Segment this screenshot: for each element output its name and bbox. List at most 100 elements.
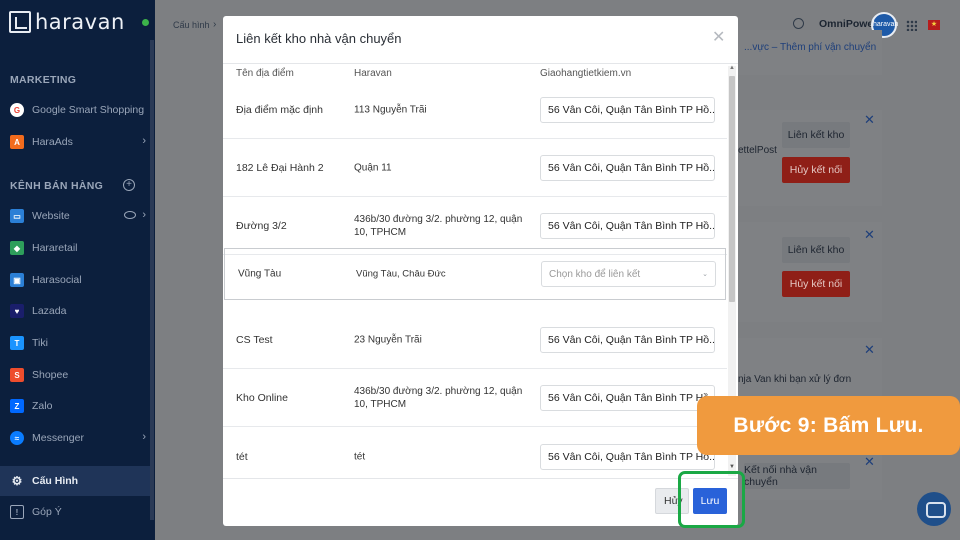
- table-row: CS Test 23 Nguyễn Trãi 56 Vân Côi, Quận …: [223, 312, 727, 369]
- sidebar-item-label: Zalo: [32, 400, 53, 412]
- sidebar-item-feedback[interactable]: ! Góp Ý: [10, 501, 148, 523]
- warehouse-select-value: 56 Vân Côi, Quận Tân Bình TP Hồ...: [548, 450, 715, 463]
- location-name: Vũng Tàu: [238, 268, 282, 280]
- carrier-name-text: ettelPost: [738, 145, 777, 156]
- location-name: CS Test: [236, 334, 273, 346]
- sidebar-item-harasocial[interactable]: ▣ Harasocial: [10, 269, 148, 291]
- warehouse-select-value: 56 Vân Côi, Quận Tân Bình TP Hồ...: [548, 334, 715, 346]
- haravan-address: Vũng Tàu, Châu Đức: [356, 268, 446, 280]
- haravan-address: 113 Nguyễn Trãi: [354, 104, 427, 116]
- sidebar-item-label: HaraAds: [32, 136, 73, 148]
- warehouse-select[interactable]: 56 Vân Côi, Quận Tân Bình TP Hồ... ⌄: [540, 155, 715, 181]
- warehouse-select[interactable]: 56 Vân Côi, Quận Tân Bình TP Hồ... ⌄: [540, 97, 715, 123]
- breadcrumb-separator: ›: [213, 19, 217, 30]
- scroll-down-arrow-icon[interactable]: ▼: [729, 464, 735, 470]
- shopee-icon: S: [10, 368, 24, 382]
- sidebar-item-hararetail[interactable]: ◆ Hararetail: [10, 237, 148, 259]
- haravan-logo[interactable]: haravan: [9, 10, 125, 34]
- link-warehouse-button[interactable]: Liên kết kho: [782, 237, 850, 263]
- table-row: Kho Online 436b/30 đường 3/2. phường 12,…: [223, 370, 727, 427]
- search-icon[interactable]: [793, 18, 804, 29]
- user-name[interactable]: OmniPower: [819, 18, 877, 30]
- sidebar-item-google-smart-shopping[interactable]: G Google Smart Shopping: [10, 99, 148, 121]
- eye-icon[interactable]: [124, 211, 136, 219]
- website-icon: ▭: [10, 209, 24, 223]
- gear-icon: ⚙: [11, 474, 23, 488]
- background-card-carrier-2: Liên kết kho Hủy kết nối ✕: [738, 222, 882, 322]
- disconnect-button[interactable]: Hủy kết nối: [782, 271, 850, 297]
- table-row: 182 Lê Đại Hành 2 Quận 11 56 Vân Côi, Qu…: [223, 140, 727, 197]
- sidebar-item-lazada[interactable]: ♥ Lazada: [10, 300, 148, 322]
- warehouse-select-placeholder: Chọn kho để liên kết: [549, 268, 641, 280]
- warehouse-select[interactable]: 56 Vân Côi, Quận Tân Bình TP Hồ... ⌄: [540, 327, 715, 353]
- sidebar-scrollbar[interactable]: [150, 40, 154, 520]
- save-button-highlight-frame: [678, 471, 745, 528]
- warehouse-select[interactable]: Chọn kho để liên kết ⌄: [541, 261, 716, 287]
- haravan-address: Quận 11: [354, 162, 392, 174]
- background-card-connect: Kết nối nhà vận chuyển ✕: [738, 454, 882, 500]
- warehouse-select-value: 56 Vân Côi, Quận Tân Bình TP Hồ...: [548, 162, 715, 174]
- sidebar-item-label: Messenger: [32, 432, 84, 444]
- sidebar-item-zalo[interactable]: Z Zalo: [10, 395, 148, 417]
- close-icon[interactable]: ✕: [864, 227, 875, 243]
- location-name: Địa điểm mặc định: [236, 104, 323, 116]
- sidebar-item-label: Harasocial: [32, 274, 82, 286]
- chevron-right-icon: ›: [142, 431, 146, 443]
- sidebar-item-haraads[interactable]: A HaraAds ›: [10, 131, 148, 153]
- sidebar-item-messenger[interactable]: ≈ Messenger ›: [10, 427, 148, 449]
- warehouse-select[interactable]: 56 Vân Côi, Quận Tân Bình TP Hồ... ⌄: [540, 443, 715, 470]
- sidebar-item-label: Tiki: [32, 337, 48, 349]
- scroll-up-arrow-icon[interactable]: ▲: [729, 65, 735, 71]
- google-icon: G: [10, 103, 24, 117]
- haravan-address: 436b/30 đường 3/2. phường 12, quận 10, T…: [354, 386, 523, 410]
- logo-text: haravan: [35, 10, 125, 34]
- carrier-description-text: nja Van khi bạn xử lý đơn: [738, 374, 852, 385]
- zalo-icon: Z: [10, 399, 24, 413]
- warehouse-select-value: 56 Vân Côi, Quận Tân Bình TP Hồ...: [548, 220, 715, 232]
- location-name: 182 Lê Đại Hành 2: [236, 162, 324, 174]
- location-name: tét: [236, 450, 248, 463]
- close-icon[interactable]: ✕: [712, 27, 725, 47]
- modal-title: Liên kết kho nhà vận chuyển: [236, 31, 402, 46]
- warehouse-select[interactable]: 56 Vân Côi, Quận Tân Bình TP Hồ... ⌄: [540, 213, 715, 239]
- sidebar-item-label: Cấu Hình: [32, 475, 79, 487]
- breadcrumb[interactable]: Cấu hình: [173, 20, 210, 30]
- chevron-down-icon: ⌄: [701, 107, 707, 114]
- vietnam-flag-icon[interactable]: ★: [928, 20, 940, 30]
- apps-grid-icon[interactable]: [906, 20, 917, 31]
- chat-support-icon[interactable]: [917, 492, 951, 526]
- add-channel-icon[interactable]: +: [123, 179, 135, 191]
- close-icon[interactable]: ✕: [864, 112, 875, 128]
- sidebar-item-shopee[interactable]: S Shopee: [10, 364, 148, 386]
- tutorial-step-callout: Bước 9: Bấm Lưu.: [697, 396, 960, 455]
- haravan-address: 23 Nguyễn Trãi: [354, 334, 422, 346]
- warehouse-select[interactable]: 56 Vân Côi, Quận Tân Bình TP Hồ... ⌄: [540, 385, 715, 411]
- sidebar-item-website[interactable]: ▭ Website ›: [10, 205, 148, 227]
- location-name: Kho Online: [236, 392, 288, 404]
- sales-channels-section-title: KÊNH BÁN HÀNG: [10, 180, 104, 192]
- messenger-icon: ≈: [10, 431, 24, 445]
- tiki-icon: T: [10, 336, 24, 350]
- chevron-down-icon: ⌄: [702, 271, 708, 278]
- marketing-section-title: MARKETING: [10, 74, 77, 86]
- close-icon[interactable]: ✕: [864, 454, 875, 470]
- background-card-vnpost: ettelPost Liên kết kho Hủy kết nối ✕: [738, 110, 882, 206]
- link-warehouse-button[interactable]: Liên kết kho: [782, 122, 850, 148]
- sidebar-item-label: Website: [32, 210, 70, 222]
- disconnect-button[interactable]: Hủy kết nối: [782, 157, 850, 183]
- lazada-icon: ♥: [10, 304, 24, 318]
- connect-carrier-button[interactable]: Kết nối nhà vận chuyển: [744, 463, 850, 489]
- sidebar-item-config[interactable]: ⚙ Cấu Hình: [10, 470, 148, 492]
- column-header-haravan: Haravan: [354, 68, 392, 79]
- online-status-dot: [142, 19, 149, 26]
- sidebar: haravan MARKETING G Google Smart Shoppin…: [0, 0, 155, 540]
- sidebar-item-tiki[interactable]: T Tiki: [10, 332, 148, 354]
- sidebar-item-label: Lazada: [32, 305, 67, 317]
- table-row-unlinked: Vũng Tàu Vũng Tàu, Châu Đức Chọn kho để …: [225, 249, 725, 299]
- table-row: Địa điểm mặc định 113 Nguyễn Trãi 56 Vân…: [223, 82, 727, 139]
- feedback-icon: !: [10, 505, 24, 519]
- close-icon[interactable]: ✕: [864, 342, 875, 358]
- chevron-down-icon: ⌄: [701, 165, 707, 172]
- modal-scrollbar-thumb[interactable]: [729, 76, 735, 302]
- chevron-down-icon: ⌄: [701, 223, 707, 230]
